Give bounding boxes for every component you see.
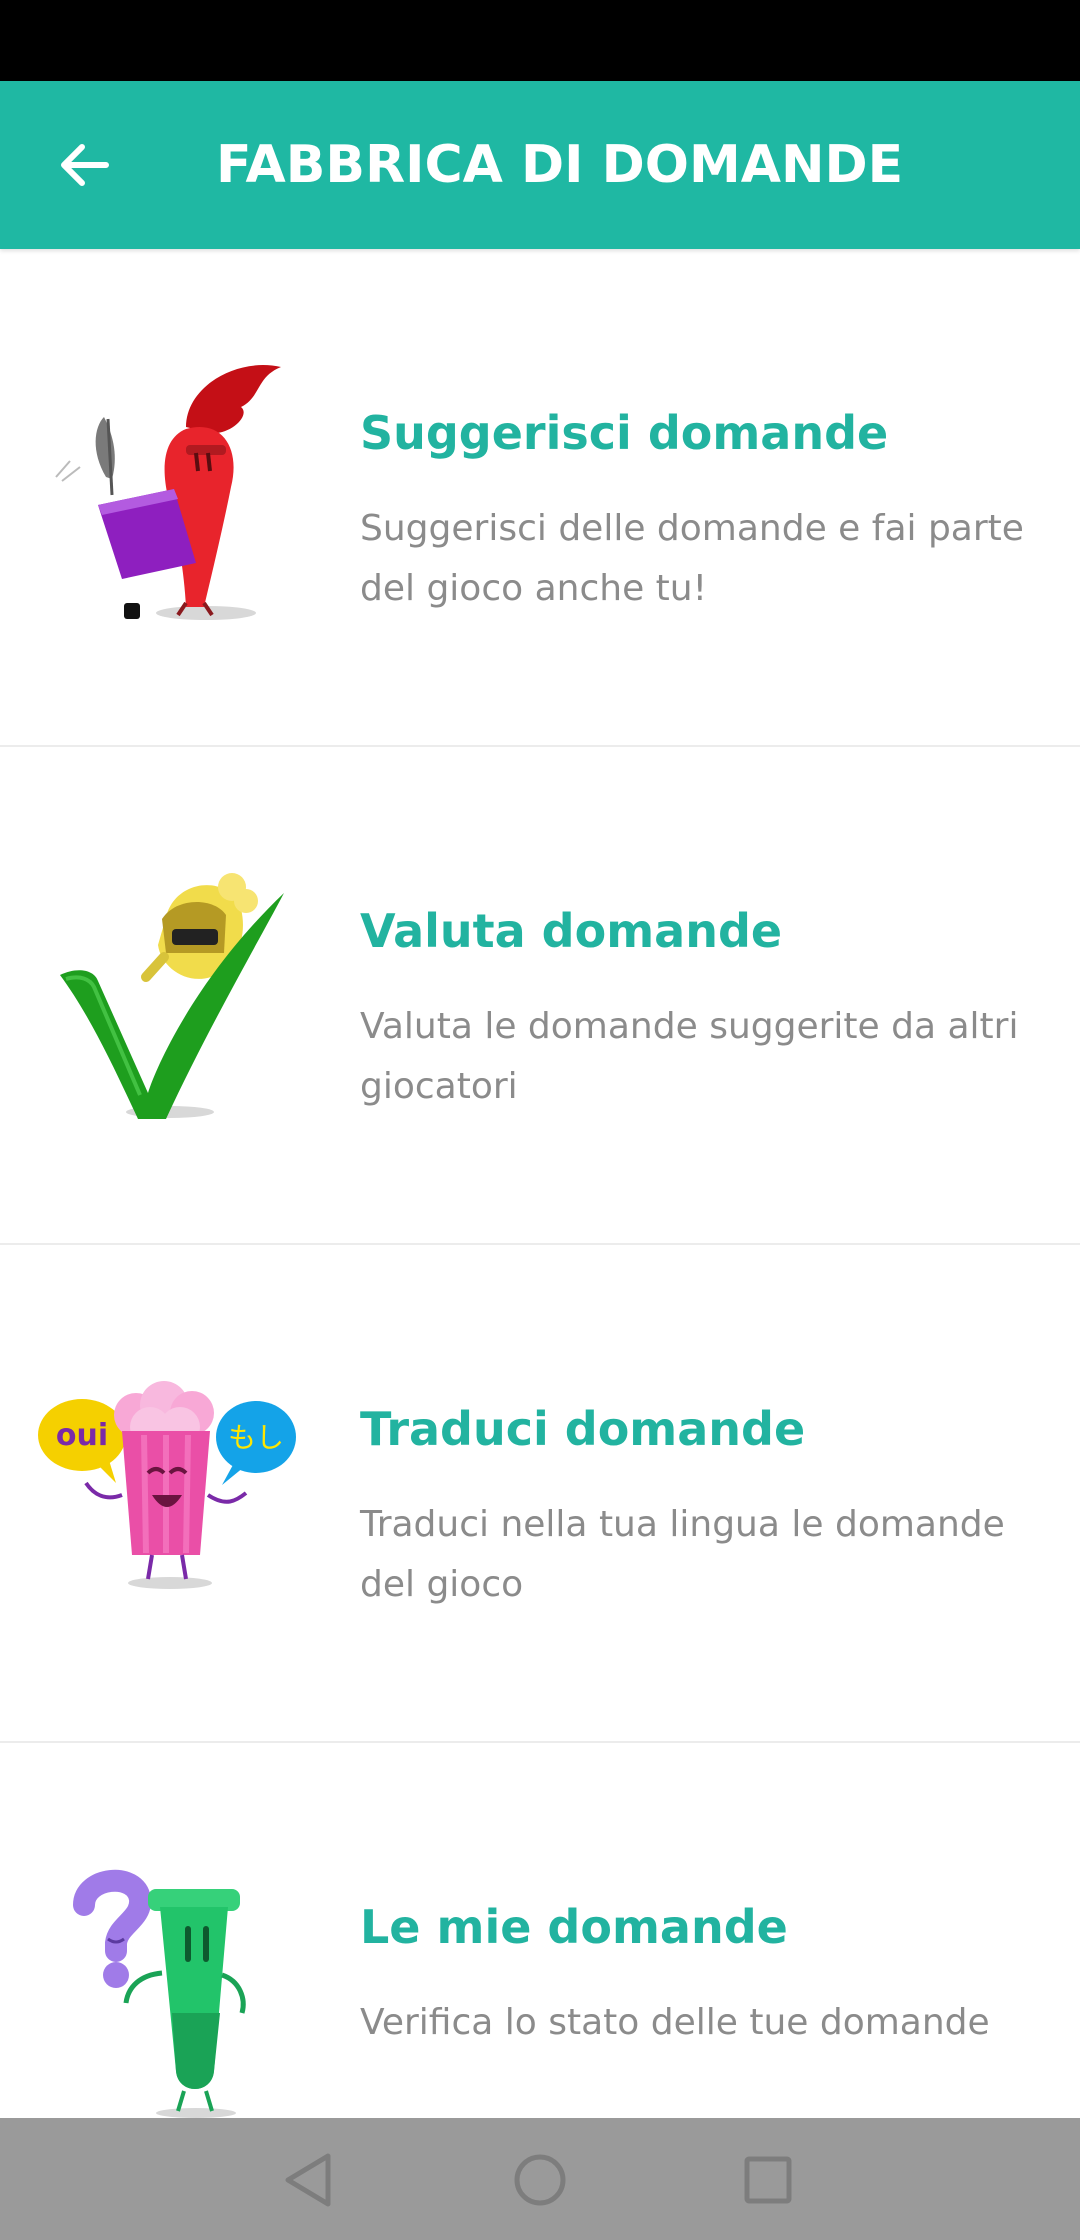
question-factory-list: Suggerisci domande Suggerisci delle doma… (0, 249, 1080, 2119)
item-title: Suggerisci domande (360, 406, 889, 460)
list-item-suggest-questions[interactable]: Suggerisci domande Suggerisci delle doma… (0, 249, 1080, 747)
item-description: Traduci nella tua lingua le domande del … (360, 1504, 1005, 1605)
circle-home-icon (514, 2154, 566, 2206)
knight-on-checkmark-icon (36, 857, 316, 1157)
app-bar: FABBRICA DI DOMANDE (0, 81, 1080, 249)
back-button[interactable] (44, 125, 124, 205)
nav-back-button[interactable] (270, 2142, 346, 2218)
page-title: FABBRICA DI DOMANDE (216, 135, 904, 195)
square-recents-icon (744, 2156, 792, 2204)
item-description: Suggerisci delle domande e fai parte del… (360, 508, 1024, 609)
nav-recents-button[interactable] (730, 2142, 806, 2218)
popcorn-with-speech-bubbles-icon: oui もし (36, 1375, 316, 1675)
list-item-rate-questions[interactable]: Valuta domande Valuta le domande suggeri… (0, 747, 1080, 1245)
item-title: Le mie domande (360, 1900, 788, 1954)
status-bar (0, 0, 1080, 81)
bubble-text-left: oui (56, 1418, 108, 1453)
arrow-left-icon (61, 144, 109, 186)
system-navigation-bar (0, 2118, 1080, 2240)
item-title: Traduci domande (360, 1402, 806, 1456)
red-pencil-character-writing-icon (36, 357, 316, 657)
item-description: Valuta le domande suggerite da altri gio… (360, 1006, 1019, 1107)
list-item-my-questions[interactable]: Le mie domande Verifica lo stato delle t… (0, 1743, 1080, 2119)
nav-home-button[interactable] (502, 2142, 578, 2218)
triangle-back-icon (285, 2153, 331, 2207)
item-description: Verifica lo stato delle tue domande (360, 2002, 990, 2043)
bubble-text-right: もし (228, 1421, 284, 1454)
list-item-translate-questions[interactable]: oui もし Traduci domande Traduci nella tua… (0, 1245, 1080, 1743)
item-title: Valuta domande (360, 904, 783, 958)
